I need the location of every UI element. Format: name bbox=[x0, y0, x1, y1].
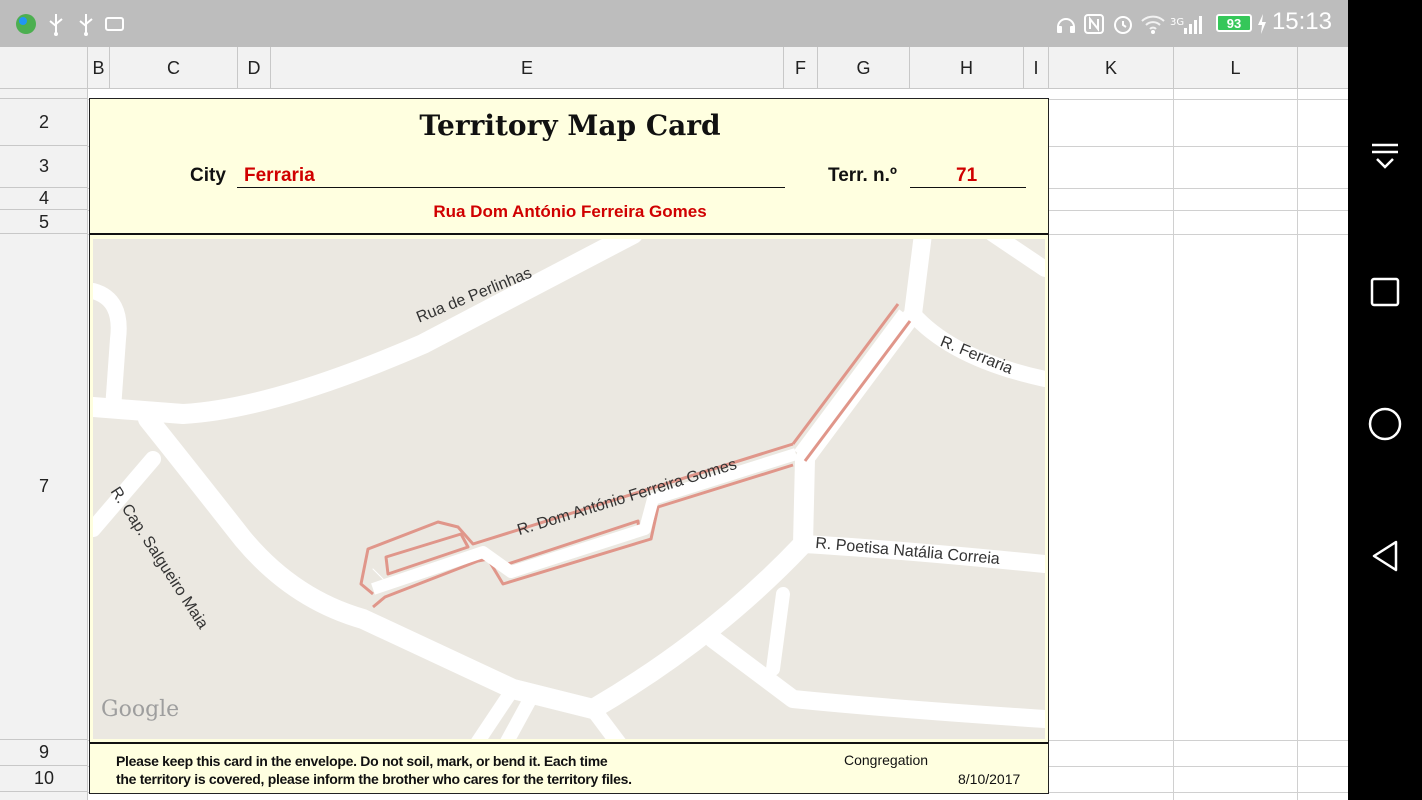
column-header-k[interactable]: K bbox=[1049, 47, 1174, 89]
wifi-icon bbox=[1140, 12, 1166, 36]
notification-pull-icon[interactable] bbox=[1348, 128, 1422, 188]
gridline bbox=[1297, 89, 1298, 800]
territory-number-label: Terr. n.º bbox=[828, 165, 897, 186]
city-label: City bbox=[190, 165, 226, 186]
card-date: 8/10/2017 bbox=[958, 771, 1021, 787]
clock: 15:13 bbox=[1271, 8, 1332, 35]
territory-number-underline bbox=[910, 187, 1026, 188]
column-header-g[interactable]: G bbox=[818, 47, 910, 89]
column-header-i[interactable]: I bbox=[1024, 47, 1049, 89]
nfc-icon bbox=[1082, 12, 1106, 36]
navigation-bar bbox=[1348, 0, 1422, 800]
status-bar: 3G 93 15:13 bbox=[0, 0, 1348, 47]
header-divider bbox=[90, 233, 1048, 235]
charging-icon bbox=[1256, 12, 1268, 36]
map-drawing bbox=[93, 239, 1045, 739]
alarm-icon bbox=[1111, 12, 1135, 36]
territory-map[interactable]: Rua de Perlinhas R. Ferraria R. Cap. Sal… bbox=[93, 239, 1045, 739]
footer-line-1: Please keep this card in the envelope. D… bbox=[116, 753, 608, 769]
column-header-c[interactable]: C bbox=[110, 47, 238, 89]
select-all-corner[interactable] bbox=[0, 47, 88, 89]
usb-icon bbox=[46, 12, 66, 36]
column-header-h[interactable]: H bbox=[910, 47, 1024, 89]
signal-icon bbox=[1182, 12, 1206, 36]
territory-number-value[interactable]: 71 bbox=[956, 165, 977, 187]
headset-icon bbox=[1054, 12, 1078, 36]
screen-cast-icon bbox=[104, 12, 126, 36]
column-header-bar: B C D E F G H I K L bbox=[0, 47, 1348, 89]
column-header-next[interactable] bbox=[1298, 47, 1348, 89]
column-header-f[interactable]: F bbox=[784, 47, 818, 89]
row-header-9[interactable]: 9 bbox=[0, 740, 88, 766]
home-icon[interactable] bbox=[1348, 394, 1422, 454]
column-header-e[interactable]: E bbox=[271, 47, 784, 89]
usb-icon bbox=[76, 12, 96, 36]
row-header-1[interactable] bbox=[0, 89, 88, 99]
row-header-4[interactable]: 4 bbox=[0, 188, 88, 210]
column-header-d[interactable]: D bbox=[238, 47, 271, 89]
row-header-7[interactable]: 7 bbox=[0, 234, 88, 740]
city-value[interactable]: Ferraria bbox=[244, 165, 315, 187]
row-header-bar: 2 3 4 5 7 9 10 bbox=[0, 89, 88, 800]
globe-app-icon bbox=[14, 12, 38, 36]
footer-divider bbox=[90, 742, 1048, 744]
back-icon[interactable] bbox=[1348, 526, 1422, 586]
recents-icon[interactable] bbox=[1348, 262, 1422, 322]
column-header-b[interactable]: B bbox=[88, 47, 110, 89]
city-underline bbox=[237, 187, 785, 188]
google-logo: Google bbox=[101, 697, 180, 722]
row-header-2[interactable]: 2 bbox=[0, 99, 88, 146]
footer-line-2: the territory is covered, please inform … bbox=[116, 771, 632, 787]
column-header-l[interactable]: L bbox=[1174, 47, 1298, 89]
street-name[interactable]: Rua Dom António Ferreira Gomes bbox=[90, 202, 1050, 222]
territory-card[interactable]: Territory Map Card City Ferraria Terr. n… bbox=[89, 98, 1049, 794]
congregation-label: Congregation bbox=[844, 752, 929, 768]
battery-level: 93 bbox=[1226, 15, 1242, 31]
gridline bbox=[1173, 89, 1174, 800]
card-title: Territory Map Card bbox=[419, 109, 721, 142]
row-header-3[interactable]: 3 bbox=[0, 146, 88, 188]
row-header-5[interactable]: 5 bbox=[0, 210, 88, 234]
row-header-10[interactable]: 10 bbox=[0, 766, 88, 792]
battery-icon: 93 bbox=[1216, 14, 1252, 32]
